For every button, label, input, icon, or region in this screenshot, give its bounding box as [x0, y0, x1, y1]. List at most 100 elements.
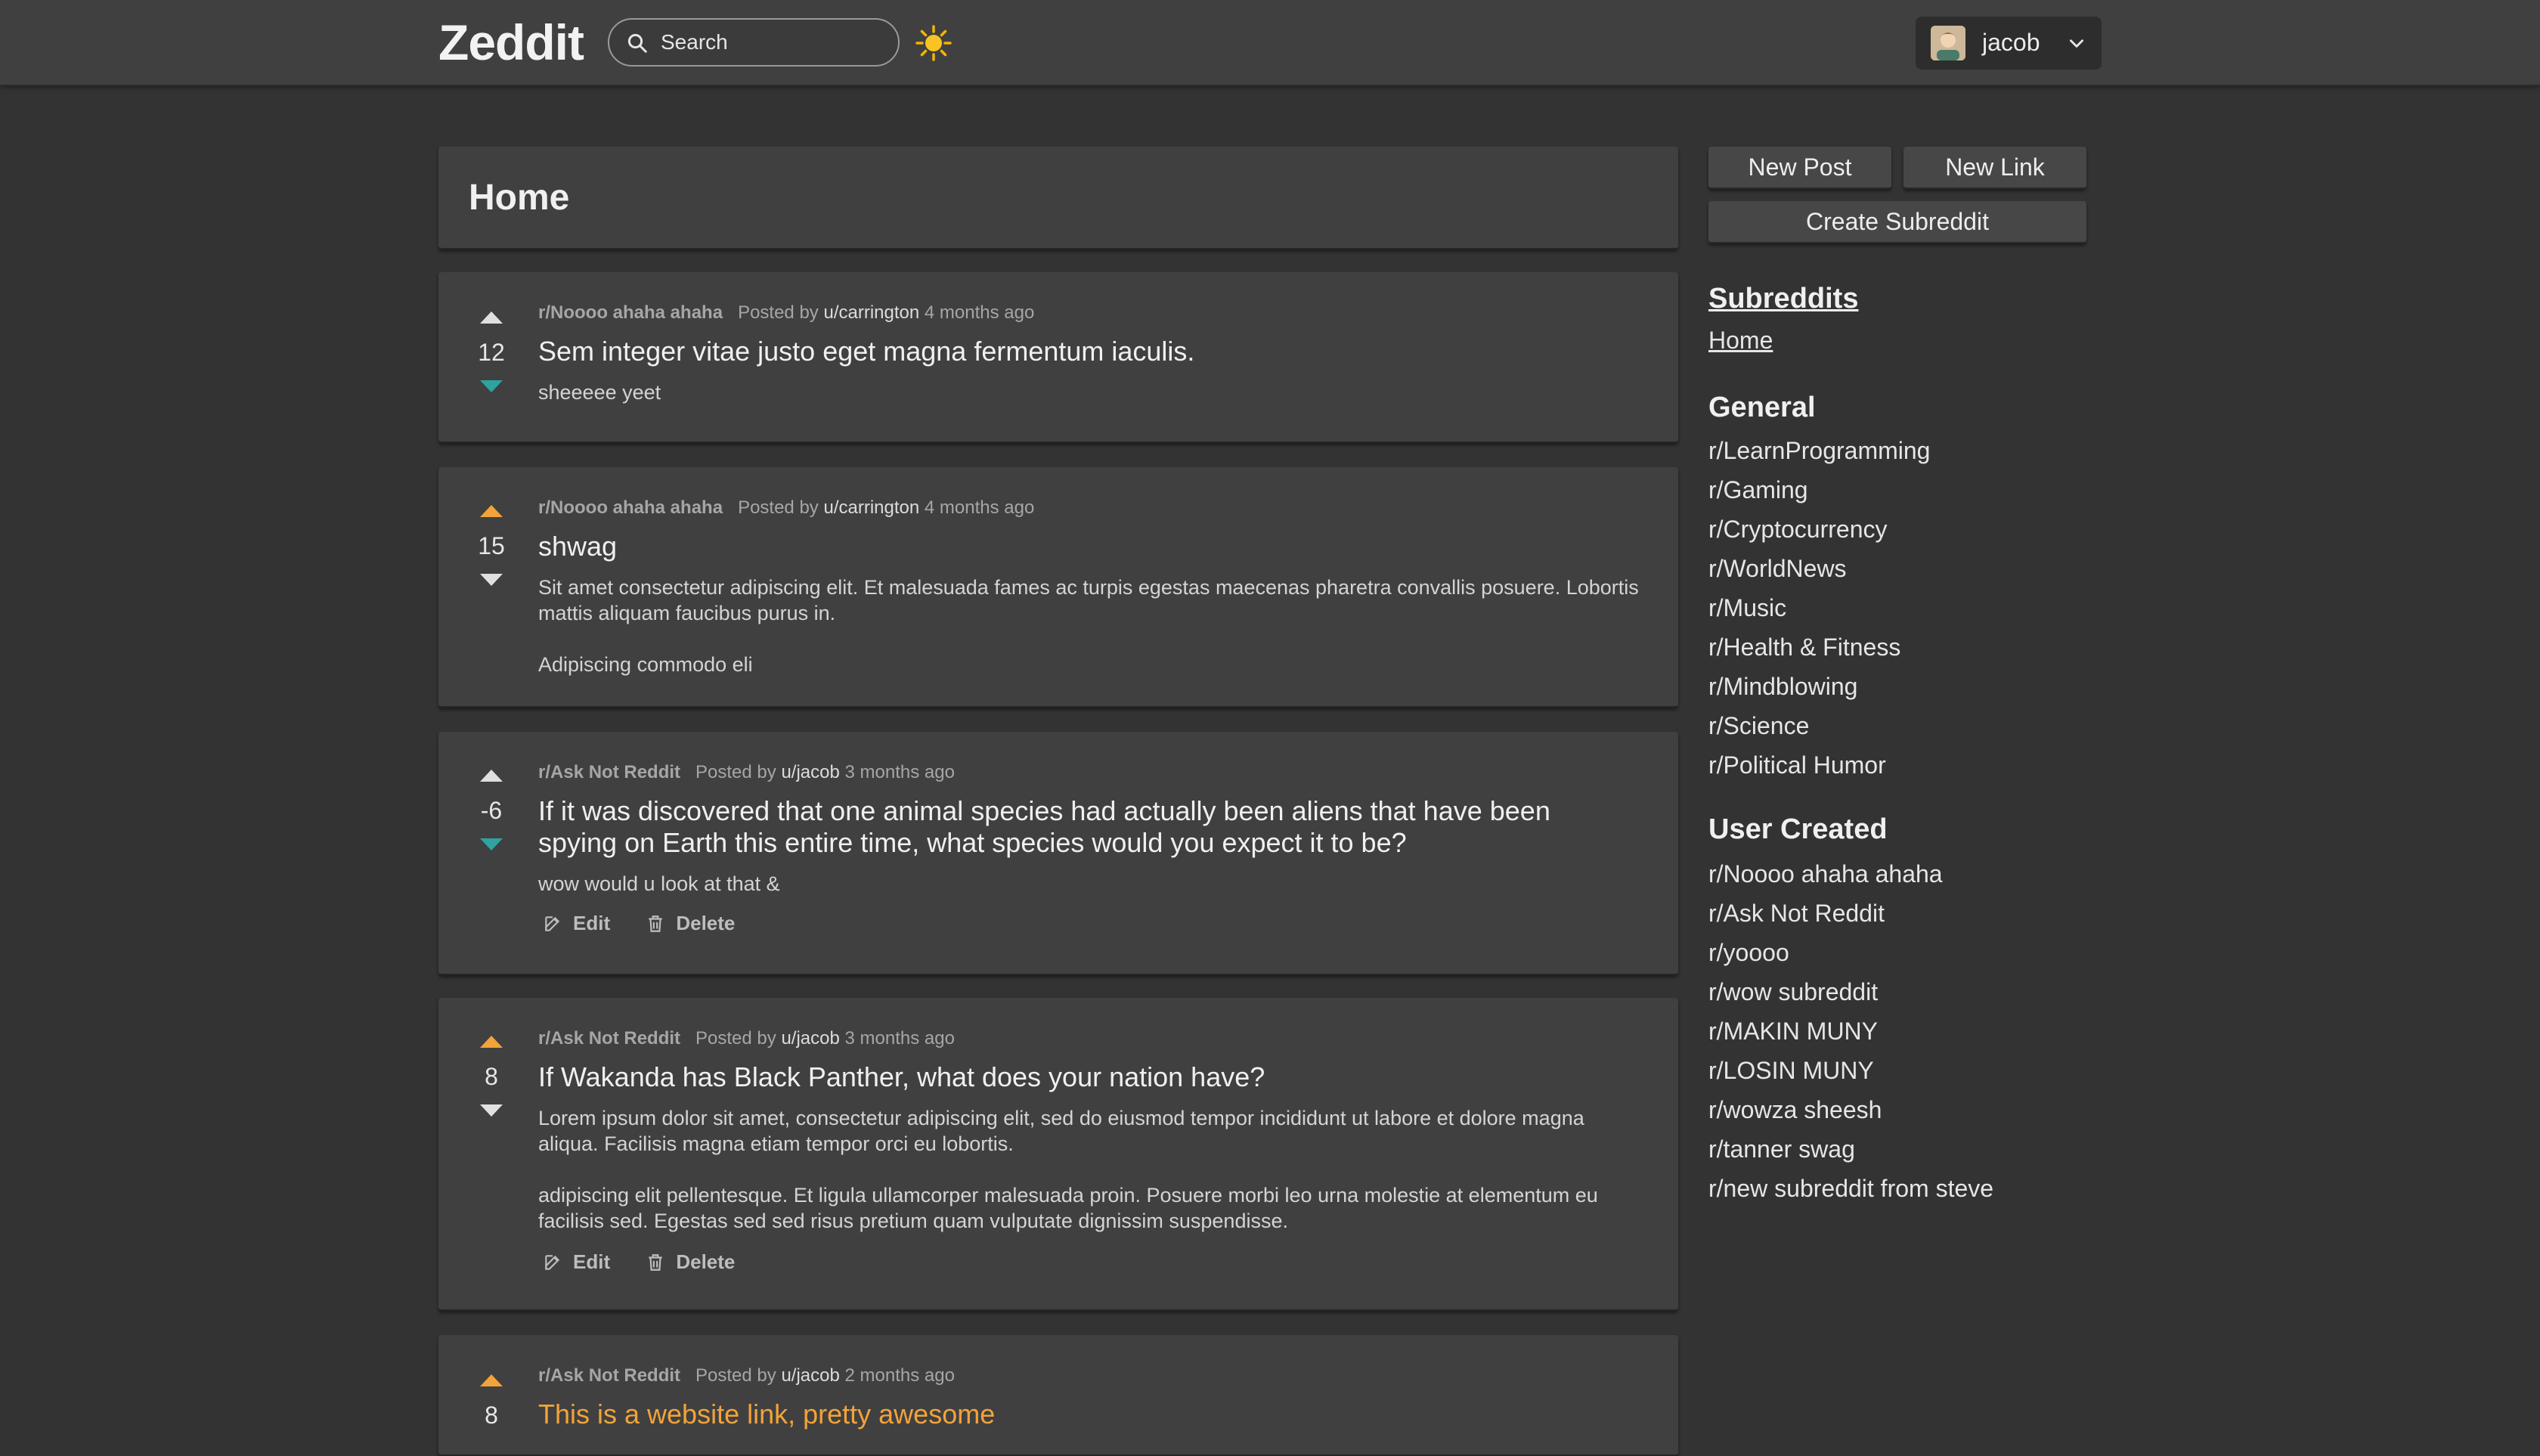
post-title[interactable]: If it was discovered that one animal spe…: [538, 795, 1627, 859]
search-input[interactable]: [661, 27, 887, 57]
post-title-link[interactable]: This is a website link, pretty awesome: [538, 1399, 1627, 1430]
trash-icon: [649, 915, 663, 932]
downvote-arrow-icon[interactable]: [479, 572, 504, 587]
post-author-link[interactable]: u/carrington: [823, 302, 919, 323]
post-card[interactable]: 12 r/Noooo ahaha ahaha Posted by u/carri…: [438, 272, 1678, 443]
post-card[interactable]: 8 r/Ask Not Reddit Posted by u/jacob 2 m…: [438, 1335, 1678, 1456]
sidebar-home-link[interactable]: Home: [1708, 327, 1773, 355]
avatar: [1931, 26, 1965, 60]
post-author-link[interactable]: u/jacob: [781, 1028, 839, 1049]
vote-controls: 8: [461, 1373, 522, 1442]
create-subreddit-button[interactable]: Create Subreddit: [1708, 201, 2086, 243]
user-created-subreddit-list: r/Noooo ahaha ahaha r/Ask Not Reddit r/y…: [1708, 854, 1993, 1208]
post-actions: Edit Delete: [543, 1250, 765, 1278]
sidebar-item-subreddit[interactable]: r/Political Humor: [1708, 745, 1930, 785]
general-heading: General: [1708, 392, 1816, 423]
new-link-button[interactable]: New Link: [1903, 147, 2086, 189]
post-meta: r/Noooo ahaha ahaha Posted by u/carringt…: [538, 302, 1034, 324]
sidebar-item-subreddit[interactable]: r/wowza sheesh: [1708, 1090, 1993, 1129]
chevron-down-icon: [2070, 39, 2083, 48]
sidebar-item-subreddit[interactable]: r/Noooo ahaha ahaha: [1708, 854, 1993, 894]
edit-icon: [545, 915, 560, 931]
sidebar-item-subreddit[interactable]: r/new subreddit from steve: [1708, 1169, 1993, 1208]
upvote-arrow-icon[interactable]: [479, 503, 504, 519]
trash-icon: [649, 1253, 663, 1271]
subreddits-heading[interactable]: Subreddits: [1708, 283, 1858, 315]
posted-by-label: Posted by: [695, 762, 776, 782]
upvote-arrow-icon[interactable]: [479, 1373, 504, 1388]
sidebar-item-subreddit[interactable]: r/LOSIN MUNY: [1708, 1051, 1993, 1090]
user-menu-button[interactable]: jacob: [1916, 17, 2102, 70]
downvote-arrow-icon[interactable]: [479, 379, 504, 394]
post-subreddit-link[interactable]: r/Ask Not Reddit: [538, 1365, 680, 1386]
post-time: 3 months ago: [844, 1028, 955, 1049]
sidebar-item-subreddit[interactable]: r/Mindblowing: [1708, 667, 1930, 706]
sidebar-item-subreddit[interactable]: r/Gaming: [1708, 470, 1930, 510]
downvote-arrow-icon[interactable]: [479, 1103, 504, 1118]
post-time: 3 months ago: [844, 762, 955, 782]
post-body-paragraph: adipiscing elit pellentesque. Et ligula …: [538, 1184, 1598, 1232]
post-time: 4 months ago: [924, 302, 1035, 323]
post-time: 2 months ago: [844, 1365, 955, 1386]
edit-button[interactable]: Edit: [543, 912, 610, 935]
post-meta: r/Ask Not Reddit Posted by u/jacob 2 mon…: [538, 1365, 955, 1386]
post-subreddit-link[interactable]: r/Ask Not Reddit: [538, 1028, 680, 1049]
post-title[interactable]: shwag: [538, 531, 1627, 562]
sidebar-item-subreddit[interactable]: r/tanner swag: [1708, 1129, 1993, 1169]
post-body: wow would u look at that &: [538, 872, 780, 895]
posted-by-label: Posted by: [738, 497, 819, 518]
post-author-link[interactable]: u/jacob: [781, 762, 839, 782]
delete-label: Delete: [676, 1250, 736, 1273]
sidebar-item-subreddit[interactable]: r/Cryptocurrency: [1708, 510, 1930, 549]
posted-by-label: Posted by: [695, 1028, 776, 1049]
post-subreddit-link[interactable]: r/Ask Not Reddit: [538, 762, 680, 782]
user-created-heading: User Created: [1708, 813, 1888, 845]
posted-by-label: Posted by: [695, 1365, 776, 1386]
post-meta: r/Ask Not Reddit Posted by u/jacob 3 mon…: [538, 1028, 955, 1049]
post-time: 4 months ago: [924, 497, 1035, 518]
sidebar-item-subreddit[interactable]: r/WorldNews: [1708, 549, 1930, 588]
post-subreddit-link[interactable]: r/Noooo ahaha ahaha: [538, 302, 723, 323]
upvote-arrow-icon[interactable]: [479, 310, 504, 325]
sidebar-item-subreddit[interactable]: r/wow subreddit: [1708, 972, 1993, 1011]
new-post-button[interactable]: New Post: [1708, 147, 1891, 189]
search-box[interactable]: [608, 18, 900, 67]
sun-icon[interactable]: [915, 24, 952, 62]
username-label: jacob: [1982, 29, 2040, 56]
sidebar-item-subreddit[interactable]: r/Health & Fitness: [1708, 627, 1930, 667]
post-card[interactable]: 15 r/Noooo ahaha ahaha Posted by u/carri…: [438, 467, 1678, 708]
delete-button[interactable]: Delete: [646, 912, 735, 935]
downvote-arrow-icon[interactable]: [479, 837, 504, 852]
post-author-link[interactable]: u/jacob: [781, 1365, 839, 1386]
delete-button[interactable]: Delete: [646, 1250, 735, 1274]
upvote-arrow-icon[interactable]: [479, 1034, 504, 1049]
page-header-card: Home: [438, 147, 1678, 249]
sidebar-item-subreddit[interactable]: r/LearnProgramming: [1708, 431, 1930, 470]
post-card[interactable]: 8 r/Ask Not Reddit Posted by u/jacob 3 m…: [438, 998, 1678, 1311]
vote-score: 8: [485, 1063, 498, 1090]
vote-controls: -6: [461, 768, 522, 852]
post-title[interactable]: Sem integer vitae justo eget magna ferme…: [538, 336, 1627, 367]
top-navbar: Zeddit jacob: [0, 0, 2540, 86]
edit-icon: [545, 1254, 560, 1270]
edit-button[interactable]: Edit: [543, 1250, 610, 1274]
post-actions: Edit Delete: [543, 912, 765, 939]
posted-by-label: Posted by: [738, 302, 819, 323]
delete-label: Delete: [676, 912, 736, 934]
post-title[interactable]: If Wakanda has Black Panther, what does …: [538, 1061, 1627, 1093]
vote-controls: 12: [461, 310, 522, 394]
brand-logo[interactable]: Zeddit: [438, 14, 584, 71]
sidebar-item-subreddit[interactable]: r/MAKIN MUNY: [1708, 1011, 1993, 1051]
sidebar-item-subreddit[interactable]: r/Music: [1708, 588, 1930, 627]
vote-score: -6: [480, 797, 503, 824]
search-icon: [627, 33, 647, 53]
vote-score: 12: [478, 339, 505, 366]
upvote-arrow-icon[interactable]: [479, 768, 504, 783]
post-subreddit-link[interactable]: r/Noooo ahaha ahaha: [538, 497, 723, 518]
post-author-link[interactable]: u/carrington: [823, 497, 919, 518]
sidebar-item-subreddit[interactable]: r/yoooo: [1708, 933, 1993, 972]
page-title: Home: [469, 178, 570, 218]
post-card[interactable]: -6 r/Ask Not Reddit Posted by u/jacob 3 …: [438, 732, 1678, 975]
sidebar-item-subreddit[interactable]: r/Ask Not Reddit: [1708, 894, 1993, 933]
sidebar-item-subreddit[interactable]: r/Science: [1708, 706, 1930, 745]
